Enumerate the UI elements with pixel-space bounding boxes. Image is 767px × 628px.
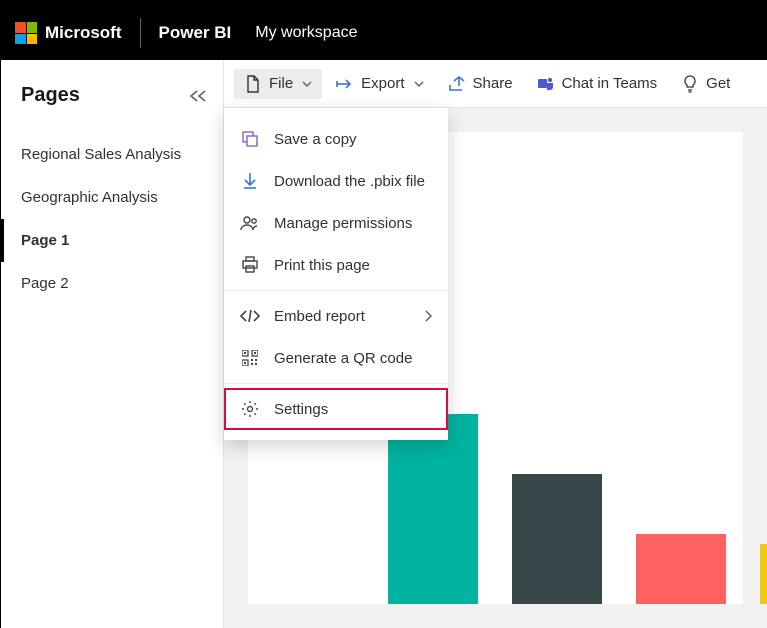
menu-label: Settings — [274, 401, 328, 418]
page-item[interactable]: Regional Sales Analysis — [1, 133, 223, 176]
download-icon — [240, 171, 260, 191]
page-item[interactable]: Geographic Analysis — [1, 176, 223, 219]
microsoft-logo-icon — [15, 22, 37, 44]
menu-print-page[interactable]: Print this page — [224, 244, 448, 286]
menu-label: Generate a QR code — [274, 350, 412, 367]
menu-label: Manage permissions — [274, 215, 412, 232]
file-icon — [244, 75, 262, 93]
menu-label: Download the .pbix file — [274, 173, 425, 190]
chevron-down-icon — [302, 79, 312, 89]
bar-chart — [388, 414, 767, 604]
header-divider — [140, 18, 141, 48]
pages-title: Pages — [21, 84, 80, 107]
menu-download-pbix[interactable]: Download the .pbix file — [224, 160, 448, 202]
menu-settings[interactable]: Settings — [224, 388, 448, 430]
menu-save-copy[interactable]: Save a copy — [224, 118, 448, 160]
share-icon — [448, 75, 466, 93]
chevron-down-icon — [414, 79, 424, 89]
menu-embed-report[interactable]: Embed report — [224, 295, 448, 337]
page-label: Page 1 — [21, 232, 69, 249]
page-item[interactable]: Page 2 — [1, 262, 223, 305]
pages-sidebar: Pages Regional Sales Analysis Geographic… — [1, 60, 224, 628]
people-icon — [240, 213, 260, 233]
menu-separator — [224, 290, 448, 291]
chart-bar — [512, 474, 602, 604]
chart-bar — [388, 414, 478, 604]
code-icon — [240, 306, 260, 326]
workspace-label[interactable]: My workspace — [255, 24, 357, 42]
teams-icon — [537, 75, 555, 93]
get-label: Get — [706, 75, 730, 92]
file-dropdown-menu: Save a copy Download the .pbix file Mana… — [224, 108, 448, 440]
file-label: File — [269, 75, 293, 92]
chat-label: Chat in Teams — [562, 75, 658, 92]
app-name[interactable]: Power BI — [159, 23, 232, 43]
get-insights-button[interactable]: Get — [671, 69, 740, 99]
qr-icon — [240, 348, 260, 368]
page-label: Page 2 — [21, 275, 69, 292]
gear-icon — [240, 399, 260, 419]
export-label: Export — [361, 75, 404, 92]
copy-icon — [240, 129, 260, 149]
page-label: Regional Sales Analysis — [21, 146, 181, 163]
chevron-right-icon — [424, 310, 432, 322]
microsoft-logo: Microsoft — [15, 22, 122, 44]
menu-separator — [224, 383, 448, 384]
export-menu-button[interactable]: Export — [326, 69, 433, 99]
export-icon — [336, 75, 354, 93]
menu-label: Save a copy — [274, 131, 357, 148]
microsoft-header: Microsoft Power BI My workspace — [1, 6, 767, 60]
page-item[interactable]: Page 1 — [1, 219, 223, 262]
menu-generate-qr[interactable]: Generate a QR code — [224, 337, 448, 379]
page-label: Geographic Analysis — [21, 189, 158, 206]
chat-teams-button[interactable]: Chat in Teams — [527, 69, 668, 99]
chart-bar — [760, 544, 767, 604]
collapse-sidebar-icon[interactable] — [189, 89, 207, 103]
microsoft-name: Microsoft — [45, 23, 122, 43]
menu-manage-permissions[interactable]: Manage permissions — [224, 202, 448, 244]
menu-label: Embed report — [274, 308, 365, 325]
menu-label: Print this page — [274, 257, 370, 274]
share-label: Share — [473, 75, 513, 92]
share-button[interactable]: Share — [438, 69, 523, 99]
print-icon — [240, 255, 260, 275]
lightbulb-icon — [681, 75, 699, 93]
chart-bar — [636, 534, 726, 604]
file-menu-button[interactable]: File — [234, 69, 322, 99]
toolbar: File Export — [224, 60, 767, 108]
